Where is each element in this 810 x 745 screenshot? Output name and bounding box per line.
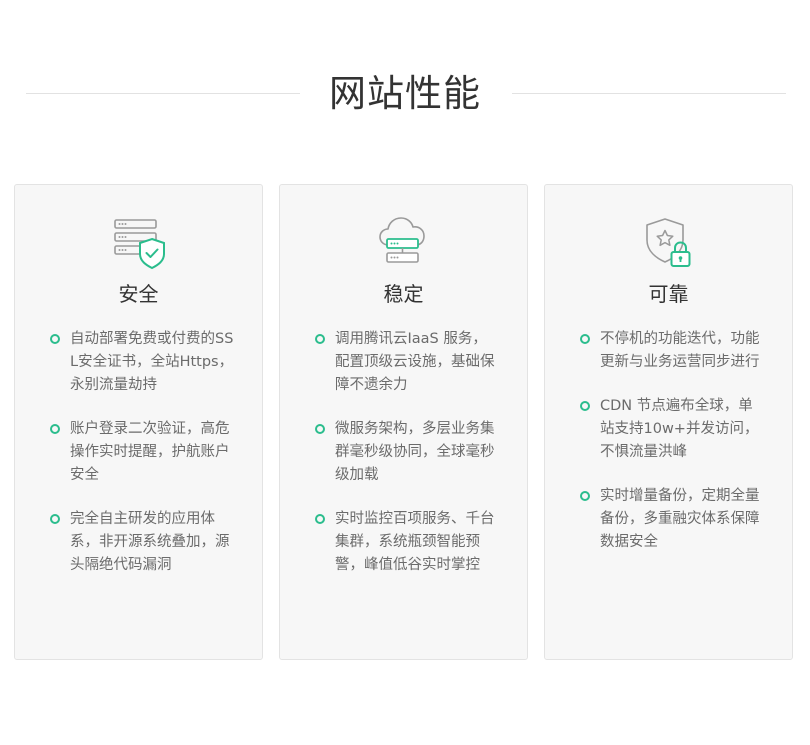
feature-list: 自动部署免费或付费的SSL安全证书，全站Https，永别流量劫持 账户登录二次验… <box>15 328 262 598</box>
card-title: 可靠 <box>648 282 689 306</box>
card-title: 安全 <box>118 282 159 306</box>
cloud-server-icon <box>376 215 434 271</box>
shield-lock-icon <box>641 215 699 271</box>
feature-text: 账户登录二次验证，高危操作实时提醒，护航账户安全 <box>70 421 230 483</box>
feature-text: 自动部署免费或付费的SSL安全证书，全站Https，永别流量劫持 <box>70 331 234 393</box>
feature-card-reliability: 可靠 不停机的功能迭代，功能更新与业务运营同步进行 CDN 节点遍布全球，单站支… <box>544 184 793 660</box>
feature-list: 不停机的功能迭代，功能更新与业务运营同步进行 CDN 节点遍布全球，单站支持10… <box>545 328 792 575</box>
section-header: 网站性能 <box>0 68 810 120</box>
bullet-circle-icon <box>315 424 325 434</box>
list-item: 微服务架构，多层业务集群毫秒级协同，全球毫秒级加载 <box>280 418 527 487</box>
feature-text: 微服务架构，多层业务集群毫秒级协同，全球毫秒级加载 <box>335 421 495 483</box>
server-shield-icon <box>111 215 169 271</box>
list-item: 实时监控百项服务、千台集群，系统瓶颈智能预警，峰值低谷实时掌控 <box>280 508 527 577</box>
header-divider-left <box>26 93 300 94</box>
bullet-circle-icon <box>50 424 60 434</box>
section-title: 网站性能 <box>329 72 481 115</box>
list-item: 实时增量备份，定期全量备份，多重融灾体系保障数据安全 <box>545 485 792 554</box>
feature-card-stability: 稳定 调用腾讯云IaaS 服务，配置顶级云设施，基础保障不遗余力 微服务架构，多… <box>279 184 528 660</box>
bullet-circle-icon <box>50 514 60 524</box>
feature-card-security: 安全 自动部署免费或付费的SSL安全证书，全站Https，永别流量劫持 账户登录… <box>14 184 263 660</box>
bullet-circle-icon <box>50 334 60 344</box>
feature-text: CDN 节点遍布全球，单站支持10w+并发访问，不惧流量洪峰 <box>600 398 759 460</box>
list-item: 自动部署免费或付费的SSL安全证书，全站Https，永别流量劫持 <box>15 328 262 397</box>
feature-text: 调用腾讯云IaaS 服务，配置顶级云设施，基础保障不遗余力 <box>335 331 495 393</box>
feature-text: 完全自主研发的应用体系，非开源系统叠加，源头隔绝代码漏洞 <box>70 511 230 573</box>
website-performance-page: 网站性能 安全 自动部署免费或付费的SSL安全证书，全站Https，永别流量劫持… <box>0 0 810 745</box>
bullet-circle-icon <box>580 334 590 344</box>
list-item: 完全自主研发的应用体系，非开源系统叠加，源头隔绝代码漏洞 <box>15 508 262 577</box>
bullet-circle-icon <box>315 334 325 344</box>
list-item: 不停机的功能迭代，功能更新与业务运营同步进行 <box>545 328 792 374</box>
bullet-circle-icon <box>580 491 590 501</box>
card-title: 稳定 <box>383 282 424 306</box>
bullet-circle-icon <box>315 514 325 524</box>
bullet-circle-icon <box>580 401 590 411</box>
list-item: 账户登录二次验证，高危操作实时提醒，护航账户安全 <box>15 418 262 487</box>
feature-text: 实时监控百项服务、千台集群，系统瓶颈智能预警，峰值低谷实时掌控 <box>335 511 495 573</box>
list-item: 调用腾讯云IaaS 服务，配置顶级云设施，基础保障不遗余力 <box>280 328 527 397</box>
list-item: CDN 节点遍布全球，单站支持10w+并发访问，不惧流量洪峰 <box>545 395 792 464</box>
feature-text: 实时增量备份，定期全量备份，多重融灾体系保障数据安全 <box>600 488 760 550</box>
header-divider-right <box>512 93 786 94</box>
feature-text: 不停机的功能迭代，功能更新与业务运营同步进行 <box>600 331 760 370</box>
feature-list: 调用腾讯云IaaS 服务，配置顶级云设施，基础保障不遗余力 微服务架构，多层业务… <box>280 328 527 598</box>
